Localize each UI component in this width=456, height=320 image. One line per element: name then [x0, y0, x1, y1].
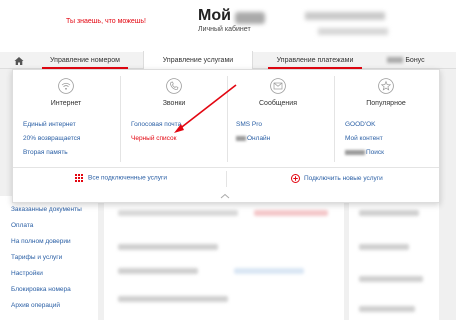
tab-label: Бонус [405, 57, 425, 64]
footer-left-label: Все подключенные услуги [88, 174, 167, 182]
sidebar-item-payment[interactable]: Оплата [11, 222, 33, 229]
blurred-account-info [305, 12, 385, 20]
blurred-content [254, 210, 328, 216]
tagline: Ты знаешь, что можешь! [66, 18, 146, 25]
tab-bonus[interactable]: Бонус [378, 52, 434, 69]
link-my-content[interactable]: Мой контент [345, 135, 383, 142]
brand[interactable]: Мой Личный кабинет [198, 7, 265, 33]
tab-label: Управление услугами [162, 57, 234, 64]
sidebar-item-operations-archive[interactable]: Архив операций [11, 302, 60, 309]
connect-new-services-button[interactable]: Подключить новые услуги [291, 174, 383, 183]
column-title: Сообщения [259, 100, 297, 107]
blurred-brand-name [387, 57, 404, 64]
footer-right-label: Подключить новые услуги [304, 175, 383, 183]
blurred-brand-name [234, 12, 265, 25]
link-goodok[interactable]: GOOD'OK [345, 121, 376, 128]
sidebar-item-settings[interactable]: Настройки [11, 270, 43, 277]
main-content [104, 196, 344, 320]
header: Ты знаешь, что можешь! Мой Личный кабине… [0, 0, 456, 52]
sidebar-item-block-number[interactable]: Блокировка номера [11, 286, 71, 293]
phone-icon [166, 78, 182, 94]
blurred-content [359, 210, 419, 216]
tab-label: Управление номером [50, 57, 120, 64]
sidebar-item-tariffs[interactable]: Тарифы и услуги [11, 254, 62, 261]
blurred-account-info-secondary [318, 28, 388, 35]
sidebar: Заказанные документы Оплата На полном до… [0, 196, 98, 320]
link-sms-pro[interactable]: SMS Pro [236, 121, 262, 128]
column-title: Интернет [50, 100, 82, 107]
tab-payments-management[interactable]: Управление платежами [254, 52, 376, 69]
blurred-content [359, 276, 423, 282]
menu-column-popular: Популярное GOOD'OK Мой контент Поиск [335, 70, 441, 166]
menu-column-messages: Сообщения SMS Pro Онлайн [228, 70, 334, 166]
tab-number-management[interactable]: Управление номером [28, 52, 142, 69]
services-dropdown-menu: Интернет Единый интернет 20% возвращаетс… [12, 69, 440, 203]
tab-label: Управление платежами [276, 57, 354, 64]
wifi-icon [58, 78, 74, 94]
blurred-content [118, 244, 218, 250]
blurred-content [118, 296, 228, 302]
column-title: Звонки [162, 100, 186, 107]
blurred-content [118, 210, 238, 216]
menu-column-calls: Звонки Голосовая почта Черный список [121, 70, 227, 166]
brand-title: Мой [198, 7, 231, 24]
home-icon[interactable] [14, 56, 24, 66]
link-label: Поиск [366, 149, 385, 156]
link-unified-internet[interactable]: Единый интернет [23, 121, 76, 128]
column-title: Популярное [366, 100, 406, 107]
link-blacklist[interactable]: Черный список [131, 135, 176, 142]
link-label: Онлайн [247, 135, 271, 142]
footer-divider [226, 171, 227, 187]
blurred-content [359, 244, 409, 250]
link-20-percent-back[interactable]: 20% возвращается [23, 135, 80, 142]
link-second-memory[interactable]: Вторая память [23, 149, 68, 156]
grid-icon [75, 174, 83, 182]
blurred-brand-name [345, 149, 365, 155]
plus-circle-icon [291, 174, 300, 183]
all-connected-services-button[interactable]: Все подключенные услуги [75, 174, 167, 182]
main-navigation: Управление номером Управление услугами У… [0, 51, 456, 70]
message-icon [270, 78, 286, 94]
blurred-content [234, 268, 304, 274]
chevron-up-icon[interactable] [219, 192, 231, 200]
brand-subtitle: Личный кабинет [198, 26, 251, 33]
blurred-content [118, 268, 198, 274]
side-panel [349, 196, 439, 320]
blurred-brand-name [236, 135, 246, 141]
sidebar-item-full-trust[interactable]: На полном доверии [11, 238, 71, 245]
link-search[interactable]: Поиск [345, 149, 384, 156]
link-online[interactable]: Онлайн [236, 135, 270, 142]
sidebar-item-ordered-documents[interactable]: Заказанные документы [11, 206, 82, 213]
tab-services-management[interactable]: Управление услугами [143, 51, 253, 70]
star-icon [378, 78, 394, 94]
link-voicemail[interactable]: Голосовая почта [131, 121, 181, 128]
menu-column-internet: Интернет Единый интернет 20% возвращаетс… [13, 70, 120, 166]
blurred-content [359, 306, 415, 312]
